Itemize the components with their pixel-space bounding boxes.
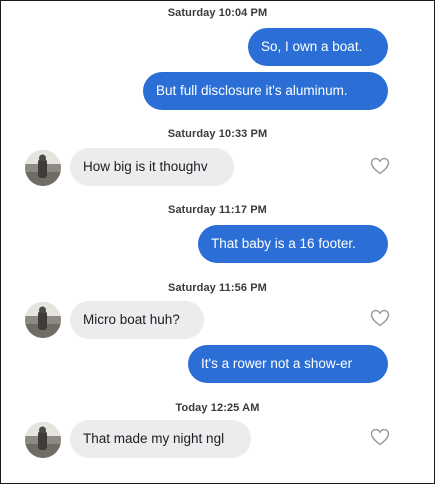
heart-outline-icon[interactable]: [370, 428, 390, 446]
message-text: It's a rower not a show-er: [201, 356, 353, 371]
timestamp: Today 12:25 AM: [175, 402, 260, 414]
timestamp: Saturday 10:04 PM: [167, 7, 268, 19]
timestamp: Saturday 11:56 PM: [168, 282, 267, 294]
timestamp: Saturday 10:33 PM: [167, 128, 268, 140]
message-text: That made my night ngl: [83, 431, 225, 446]
contact-avatar[interactable]: [25, 422, 61, 458]
outgoing-message[interactable]: It's a rower not a show-er: [188, 345, 388, 383]
message-text: So, I own a boat.: [261, 39, 363, 54]
outgoing-message[interactable]: That baby is a 16 footer.: [198, 225, 388, 263]
incoming-message[interactable]: How big is it thoughv: [70, 148, 234, 186]
contact-avatar[interactable]: [25, 150, 61, 186]
heart-outline-icon[interactable]: [370, 157, 390, 175]
timestamp: Saturday 11:17 PM: [168, 204, 267, 216]
outgoing-message[interactable]: So, I own a boat.: [248, 28, 388, 66]
incoming-message[interactable]: Micro boat huh?: [70, 301, 204, 339]
message-text: But full disclosure it's aluminum.: [156, 83, 348, 98]
message-text: That baby is a 16 footer.: [211, 236, 356, 251]
message-text: Micro boat huh?: [83, 312, 180, 327]
outgoing-message[interactable]: But full disclosure it's aluminum.: [143, 72, 388, 110]
incoming-message[interactable]: That made my night ngl: [70, 420, 251, 458]
contact-avatar[interactable]: [25, 302, 61, 338]
message-text: How big is it thoughv: [83, 159, 208, 174]
heart-outline-icon[interactable]: [370, 309, 390, 327]
